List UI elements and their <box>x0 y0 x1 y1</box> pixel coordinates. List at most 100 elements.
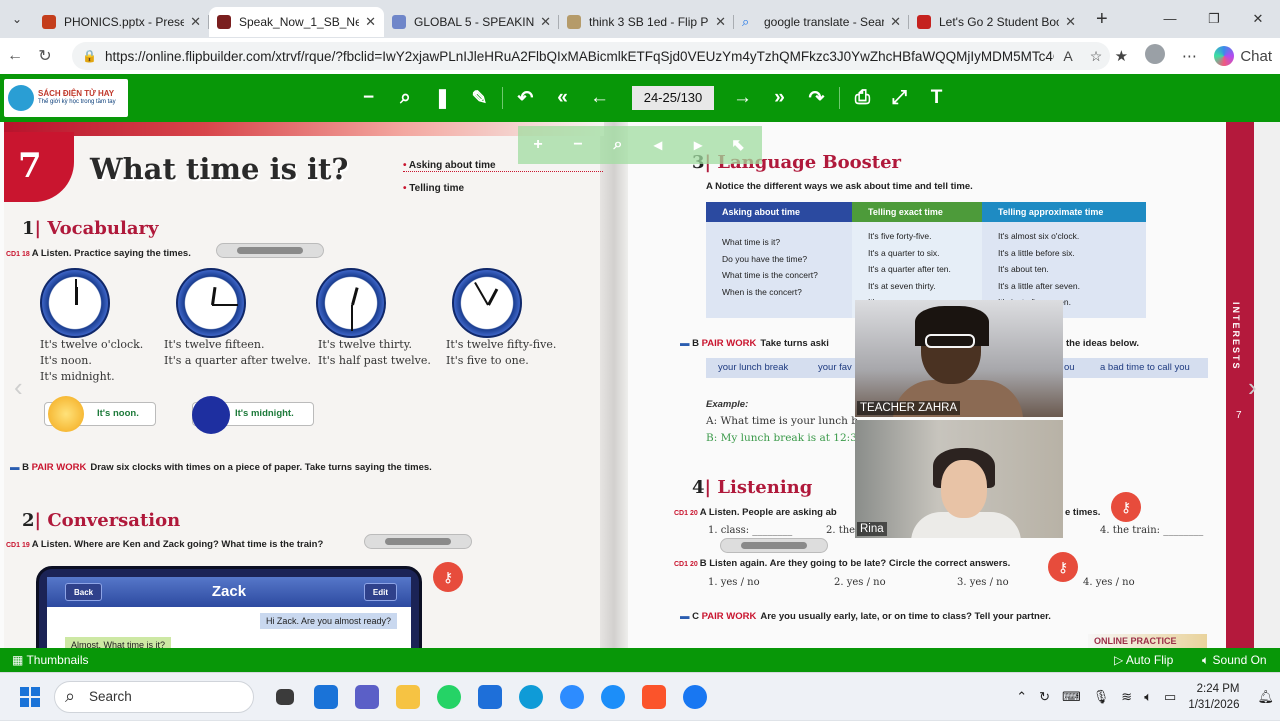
browser-tab-active[interactable]: Speak_Now_1_SB_Neat ✕ <box>209 7 384 37</box>
volume-icon[interactable]: 🔈︎ <box>1138 689 1158 705</box>
thumbnails-button[interactable]: ▦ Thumbnails <box>12 653 89 667</box>
last-page-icon[interactable]: » <box>761 87 798 109</box>
share-icon[interactable]: ↷ <box>798 87 835 110</box>
previous-page-arrow-icon[interactable]: ‹ <box>14 372 23 403</box>
notification-bell-icon[interactable]: 🔔︎ <box>1251 689 1280 705</box>
answer-key-icon[interactable]: ⚷ <box>1111 492 1141 522</box>
share-back-icon[interactable]: ↶ <box>507 87 544 110</box>
teams-icon[interactable] <box>346 681 387 713</box>
keyboard-icon[interactable]: ⌨ <box>1056 689 1087 705</box>
auto-flip-button[interactable]: ▷ Auto Flip <box>1114 653 1173 667</box>
new-tab-button[interactable]: + <box>1096 8 1120 31</box>
zoom-out-icon[interactable]: − <box>350 87 387 109</box>
magnifier-icon[interactable]: ⌕ <box>598 136 638 154</box>
store-icon[interactable] <box>469 681 510 713</box>
close-icon[interactable]: ✕ <box>1065 14 1076 30</box>
caption-line: It's half past twelve. <box>318 354 431 367</box>
video-tile-teacher[interactable]: TEACHER ZAHRA <box>855 300 1063 417</box>
answer-key-icon[interactable]: ⚷ <box>433 562 463 592</box>
read-aloud-icon[interactable]: A <box>1054 48 1082 64</box>
microphone-icon[interactable]: 🎙︎ <box>1087 689 1116 705</box>
book-icon <box>567 15 581 29</box>
close-icon[interactable]: ✕ <box>190 14 201 30</box>
lock-icon[interactable]: 🔒 <box>82 49 97 63</box>
pdf-icon <box>917 15 931 29</box>
refresh-icon[interactable]: ↻ <box>30 46 60 66</box>
taskbar-clock[interactable]: 2:24 PM 1/31/2026 <box>1182 681 1251 713</box>
print-icon[interactable]: ⎙ <box>844 87 881 109</box>
answer-key-icon[interactable]: ⚷ <box>1048 552 1078 582</box>
minimize-icon[interactable]: — <box>1148 0 1192 38</box>
whatsapp-icon[interactable] <box>428 681 469 713</box>
moon-icon <box>192 396 230 434</box>
restore-icon[interactable]: ❐ <box>1192 0 1236 38</box>
copilot-chat-button[interactable]: Chat <box>1206 46 1280 66</box>
close-icon[interactable]: ✕ <box>365 14 376 30</box>
section-number: 4 <box>692 477 705 498</box>
audio-player-slider[interactable] <box>364 534 472 549</box>
wifi-icon[interactable]: ≋ <box>1115 689 1138 705</box>
windows-start-icon[interactable] <box>20 687 40 707</box>
close-icon[interactable]: ✕ <box>890 14 901 30</box>
tab-list-chevron-icon[interactable]: ⌄ <box>0 12 34 26</box>
item-letter: C <box>692 611 700 622</box>
zoom-in-icon[interactable]: + <box>518 136 558 154</box>
video-tile-student[interactable]: Rina <box>855 420 1063 538</box>
browser-tab[interactable]: PHONICS.pptx - Present ✕ <box>34 7 209 37</box>
url-text[interactable]: https://online.flipbuilder.com/xtrvf/rqu… <box>105 49 1054 64</box>
bookmark-icon[interactable]: ❚ <box>424 87 461 110</box>
brave-icon[interactable] <box>633 681 674 713</box>
file-explorer-icon[interactable] <box>387 681 428 713</box>
chevron-up-icon[interactable]: ⌃ <box>1010 689 1033 705</box>
table-line: It's a little before six. <box>998 247 1075 258</box>
caption-line: It's five to one. <box>446 354 529 367</box>
more-icon[interactable]: ⋯ <box>1172 47 1206 65</box>
next-page-icon[interactable]: → <box>724 87 761 109</box>
text-icon[interactable]: T <box>918 87 955 109</box>
participant-face <box>941 460 987 518</box>
messenger-icon[interactable] <box>592 681 633 713</box>
url-field[interactable]: 🔒 https://online.flipbuilder.com/xtrvf/r… <box>72 42 1110 70</box>
next-page-arrow-icon[interactable]: › <box>1248 372 1257 403</box>
browser-tab[interactable]: GLOBAL 5 - SPEAKING - ✕ <box>384 7 559 37</box>
annotate-icon[interactable]: ✎ <box>461 87 498 110</box>
task-view-icon[interactable] <box>264 681 305 713</box>
browser-tab[interactable]: Let's Go 2 Student Book ✕ <box>909 7 1084 37</box>
close-window-icon[interactable]: ✕ <box>1236 0 1280 38</box>
play-icon: ▷ <box>1114 653 1126 667</box>
edge-icon[interactable] <box>510 681 551 713</box>
search-icon[interactable]: ⌕ <box>387 87 424 109</box>
facebook-icon[interactable] <box>674 681 715 713</box>
logo-subtitle: Thế giới kỳ học trong tầm tay <box>38 99 116 106</box>
idea-item: a bad time to call you <box>1100 362 1190 373</box>
thumbnails-label: Thumbnails <box>26 653 89 667</box>
audio-player-slider[interactable] <box>216 243 324 258</box>
close-icon[interactable]: ✕ <box>540 14 551 30</box>
table-column: Asking about time What time is it? Do you… <box>706 202 852 318</box>
table-line: It's five forty-five. <box>868 231 932 241</box>
browser-tab[interactable]: ⌕ google translate - Search ✕ <box>734 7 909 37</box>
previous-page-icon[interactable]: ← <box>581 87 618 109</box>
first-page-icon[interactable]: « <box>544 87 581 109</box>
page-number-input[interactable]: 24-25/130 <box>632 86 714 110</box>
profile-avatar[interactable] <box>1138 44 1172 68</box>
zoom-out-icon[interactable]: − <box>558 136 598 154</box>
section-title: Vocabulary <box>47 218 159 239</box>
sync-icon[interactable]: ↻ <box>1033 689 1056 705</box>
widgets-icon[interactable] <box>305 681 346 713</box>
fullscreen-icon[interactable]: ⤢ <box>881 87 918 109</box>
close-icon[interactable]: ✕ <box>715 14 726 30</box>
answer-choice: 2. yes / no <box>834 577 886 588</box>
taskbar-search[interactable]: Search <box>54 681 254 713</box>
audio-player-slider[interactable] <box>720 538 828 553</box>
sound-toggle[interactable]: 🔈︎ Sound On <box>1202 653 1267 668</box>
battery-icon[interactable]: ▭ <box>1158 689 1182 705</box>
favorites-icon[interactable]: ★ <box>1104 47 1138 65</box>
back-icon[interactable]: ← <box>0 47 30 65</box>
zoom-icon[interactable] <box>551 681 592 713</box>
move-icon[interactable]: ⬉ <box>718 135 758 155</box>
pan-right-icon[interactable]: ▸ <box>678 135 718 155</box>
pan-left-icon[interactable]: ◂ <box>638 135 678 155</box>
browser-tab[interactable]: think 3 SB 1ed - Flip PDF ✕ <box>559 7 734 37</box>
unit-title: What time is it? <box>90 152 349 186</box>
